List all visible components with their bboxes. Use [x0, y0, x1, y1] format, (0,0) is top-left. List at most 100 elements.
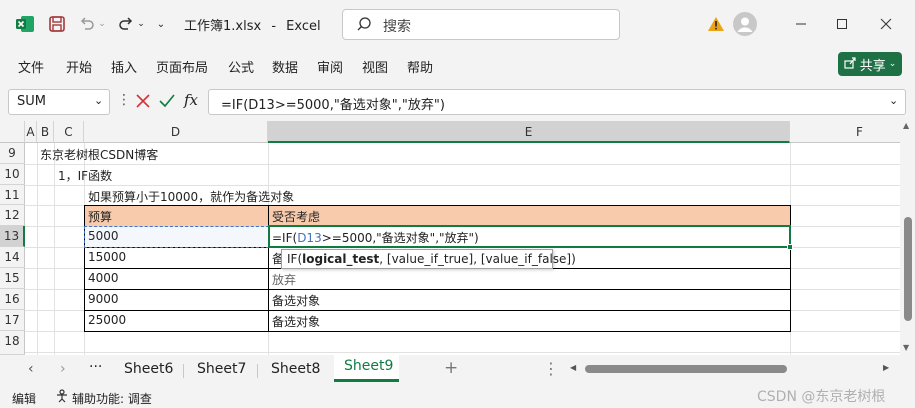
ribbon-tabs: 文件 开始 插入 页面布局 公式 数据 审阅 视图 帮助 — [0, 48, 915, 82]
scroll-up-icon[interactable]: ▲ — [903, 121, 909, 130]
sheet-tab-sheet9[interactable]: Sheet9 — [344, 358, 393, 374]
formula-text: =IF(D13>=5000,"备选对象","放弃") — [221, 98, 445, 113]
tab-formulas[interactable]: 公式 — [228, 57, 254, 76]
column-header-c[interactable]: C — [54, 121, 84, 143]
function-tooltip: IF(logical_test, [value_if_true], [value… — [281, 249, 576, 269]
close-button[interactable] — [873, 12, 899, 36]
name-box-dropdown-icon[interactable]: ⌄ — [94, 94, 103, 107]
save-icon[interactable] — [46, 12, 68, 36]
watermark: CSDN @东京老树根 — [757, 389, 886, 405]
vertical-scroll-thumb[interactable] — [904, 217, 912, 321]
add-sheet-icon[interactable]: + — [444, 358, 458, 378]
tab-review[interactable]: 审阅 — [317, 57, 343, 76]
maximize-button[interactable] — [829, 12, 855, 36]
status-bar: 编辑 辅助功能: 调查 CSDN @东京老树根 — [0, 384, 915, 408]
row-header-16[interactable]: 16 — [0, 289, 25, 310]
app-name: Excel — [286, 19, 321, 34]
more-sheets-icon[interactable]: ··· — [89, 359, 102, 375]
row-header-15[interactable]: 15 — [0, 268, 25, 289]
accessibility-status[interactable]: 辅助功能: 调查 — [72, 390, 152, 407]
account-avatar-icon[interactable] — [733, 12, 757, 36]
tab-view[interactable]: 视图 — [362, 57, 388, 76]
column-header-f[interactable]: F — [790, 121, 900, 143]
undo-icon[interactable] — [76, 12, 98, 36]
gridline — [25, 185, 900, 186]
sheet-tab-sheet8[interactable]: Sheet8 — [271, 361, 320, 377]
formula-bar-grip-icon: ⋮ — [117, 92, 131, 108]
name-box[interactable]: SUM ⌄ — [8, 89, 110, 115]
file-name: 工作簿1.xlsx — [184, 19, 262, 34]
formula-input[interactable]: =IF(D13>=5000,"备选对象","放弃") ⌄ — [208, 89, 906, 115]
row-header-9[interactable]: 9 — [0, 143, 25, 164]
scroll-down-icon[interactable]: ▼ — [903, 343, 909, 352]
search-box[interactable]: 搜索 — [342, 9, 620, 40]
sheet-tab-sheet7[interactable]: Sheet7 — [197, 361, 246, 377]
share-label: 共享 — [859, 58, 886, 74]
share-button[interactable]: 共享 ⌄ — [838, 52, 902, 76]
minimize-button[interactable] — [788, 12, 814, 36]
tab-divider — [257, 364, 258, 378]
accessibility-icon — [55, 389, 69, 406]
sheet-tab-sheet6[interactable]: Sheet6 — [124, 361, 173, 377]
table-border — [84, 289, 790, 290]
sheet-tab-bar: ‹ › ··· Sheet6 Sheet7 Sheet8 Sheet9 + ⋮ … — [0, 355, 915, 384]
row-header-13[interactable]: 13 — [0, 226, 25, 247]
fill-handle[interactable] — [787, 244, 793, 250]
tab-data[interactable]: 数据 — [272, 57, 298, 76]
tooltip-current-arg[interactable]: logical_test — [302, 252, 379, 266]
scroll-left-icon[interactable]: ◀ — [570, 363, 576, 372]
table-border — [84, 310, 790, 311]
undo-dropdown-icon[interactable]: ⌄ — [97, 12, 107, 36]
row-header-14[interactable]: 14 — [0, 247, 25, 268]
redo-dropdown-icon[interactable]: ⌄ — [136, 12, 146, 36]
row-header-17[interactable]: 17 — [0, 310, 25, 331]
confirm-entry-icon[interactable] — [158, 93, 176, 113]
share-icon — [844, 56, 857, 73]
select-all-corner[interactable] — [0, 121, 25, 143]
gridline — [37, 143, 38, 355]
search-icon — [356, 16, 372, 36]
vertical-scrollbar[interactable]: ▲ ▼ — [900, 121, 915, 355]
scroll-tabs-right-icon[interactable]: › — [60, 361, 66, 377]
reference-highlight-d13 — [84, 226, 269, 248]
cell-b9[interactable]: 东京老树根CSDN博客 — [37, 146, 158, 163]
scroll-right-icon[interactable]: ▶ — [883, 363, 889, 372]
insert-function-icon[interactable]: fx — [184, 91, 198, 109]
warning-icon[interactable] — [706, 12, 726, 36]
column-header-e[interactable]: E — [268, 121, 790, 143]
customize-toolbar-icon[interactable]: ⌄ — [154, 12, 168, 36]
column-header-d[interactable]: D — [84, 121, 268, 143]
tab-split-grip-icon[interactable]: ⋮ — [543, 359, 559, 378]
gridline — [25, 352, 900, 353]
horizontal-scroll-thumb[interactable] — [585, 365, 787, 373]
tab-divider — [183, 364, 184, 378]
search-placeholder: 搜索 — [383, 19, 411, 35]
tooltip-function[interactable]: IF( — [287, 252, 302, 266]
active-cell-e13[interactable] — [268, 225, 791, 248]
tab-page-layout[interactable]: 页面布局 — [156, 57, 208, 76]
row-header-11[interactable]: 11 — [0, 185, 25, 205]
scroll-tabs-left-icon[interactable]: ‹ — [28, 361, 34, 377]
cancel-entry-icon[interactable] — [135, 93, 151, 113]
name-box-value: SUM — [17, 94, 46, 109]
cell-mode: 编辑 — [12, 392, 37, 406]
tab-home[interactable]: 开始 — [66, 57, 92, 76]
excel-logo-icon — [14, 12, 36, 36]
tab-file[interactable]: 文件 — [18, 57, 44, 76]
worksheet-grid[interactable]: A B C D E F 9 10 11 12 13 14 15 16 17 18… — [0, 121, 900, 355]
tooltip-other-args: , [value_if_true], [value_if_false]) — [379, 252, 576, 266]
row-header-12[interactable]: 12 — [0, 205, 25, 226]
cell-c10[interactable]: 1，IF函数 — [55, 167, 112, 184]
column-header-b[interactable]: B — [37, 121, 54, 143]
expand-formula-bar-icon[interactable]: ⌄ — [889, 94, 898, 107]
document-title: 工作簿1.xlsx - Excel — [184, 15, 321, 34]
tab-help[interactable]: 帮助 — [407, 57, 433, 76]
redo-icon[interactable] — [115, 12, 137, 36]
gridline — [25, 164, 900, 165]
cell-d11[interactable]: 如果预算小于10000，就作为备选对象 — [85, 188, 294, 205]
tab-insert[interactable]: 插入 — [111, 57, 137, 76]
column-header-a[interactable]: A — [25, 121, 37, 143]
row-header-10[interactable]: 10 — [0, 164, 25, 185]
row-header-18[interactable]: 18 — [0, 331, 25, 355]
title-separator: - — [271, 19, 277, 34]
